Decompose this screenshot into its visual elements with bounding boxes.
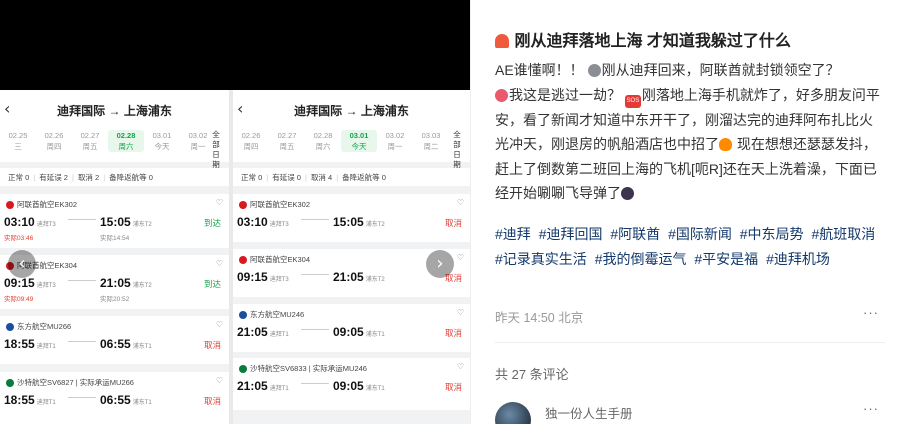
sos-icon: SOS bbox=[624, 94, 641, 108]
status-filters: 正常 0 | 有延误 2 | 取消 2 | 备降返航等 0 bbox=[0, 168, 229, 186]
airline-logo-icon bbox=[6, 200, 14, 209]
date-item-selected: 02.28 周六 bbox=[108, 130, 144, 152]
flight-header: ‹ 迪拜国际 → 上海浦东 02.25 三 02.26 周四 02.27 周五 02.… bbox=[0, 90, 229, 169]
bomb-icon bbox=[621, 187, 634, 200]
airline-logo-icon bbox=[239, 310, 247, 319]
route-title: 迪拜国际 → 上海浦东 bbox=[57, 104, 172, 118]
hashtag-link[interactable]: #迪拜回国 bbox=[539, 226, 603, 242]
post-body: AE谁懂啊！！ 刚从迪拜回来，阿联酋就封锁领空了？ 我这是逃过一劫？ SOS 刚落… bbox=[495, 62, 880, 201]
flight-card: 沙特航空SV6833 | 实际承运MU246 ♡ 21:05 迪拜T1 09:05… bbox=[233, 358, 470, 410]
hashtag-link[interactable]: #我的倒霉运气 bbox=[595, 251, 687, 267]
favorite-icon: ♡ bbox=[456, 308, 464, 317]
flight-header: ‹ 迪拜国际 → 上海浦东 02.26 周四 02.27 周五 02.28 周六 03… bbox=[233, 90, 470, 169]
all-dates-label: 全部日期 bbox=[453, 130, 461, 169]
flight-card: 阿联酋航空EK302 ♡ 03:10 迪拜T3 15:05 浦东T2 到达 实际03… bbox=[0, 194, 229, 248]
post-more-menu-icon[interactable]: ··· bbox=[863, 305, 879, 320]
flight-status: 取消 bbox=[444, 328, 462, 338]
hashtag-link[interactable]: #国际新闻 bbox=[668, 226, 732, 242]
flight-card: 东方航空MU266 ♡ 18:55 迪拜T1 06:55 浦东T1 取消 bbox=[0, 316, 229, 364]
post-title: 刚从迪拜落地上海 才知道我躲过了什么 bbox=[495, 27, 791, 51]
favorite-icon: ♡ bbox=[215, 198, 223, 207]
siren-icon bbox=[495, 34, 509, 48]
favorite-icon: ♡ bbox=[215, 320, 223, 329]
flight-line bbox=[301, 383, 329, 384]
hashtag-link[interactable]: #迪拜 bbox=[495, 226, 531, 242]
airline-logo-icon bbox=[239, 255, 247, 264]
post-text: AE谁懂啊！！ bbox=[495, 62, 584, 78]
airline-logo-icon bbox=[6, 378, 14, 387]
next-image-button[interactable]: › bbox=[426, 250, 454, 278]
stone-face-icon bbox=[587, 64, 601, 77]
date-item: 03.03 周二 bbox=[421, 131, 441, 151]
gallery-letterbox bbox=[0, 0, 470, 90]
date-item-selected: 03.01 今天 bbox=[341, 130, 377, 152]
flight-card: 东方航空MU246 ♡ 21:05 迪拜T1 09:05 浦东T1 取消 bbox=[233, 304, 470, 352]
date-item: 02.25 三 bbox=[8, 131, 28, 151]
hashtag-link[interactable]: #中东局势 bbox=[740, 226, 804, 242]
date-strip: 02.25 三 02.26 周四 02.27 周五 02.28 周六 03.01 今天 0… bbox=[0, 130, 229, 152]
comment-more-menu-icon[interactable]: ··· bbox=[863, 401, 879, 416]
favorite-icon: ♡ bbox=[456, 362, 464, 371]
favorite-icon: ♡ bbox=[215, 259, 223, 268]
post-timestamp: 昨天 14:50 北京 bbox=[495, 311, 584, 325]
date-item: 02.28 周六 bbox=[313, 131, 333, 151]
favorite-icon: ♡ bbox=[215, 376, 223, 385]
flight-line bbox=[68, 397, 96, 398]
comments-count: 共 27 条评论 bbox=[495, 367, 569, 382]
flight-line bbox=[301, 274, 329, 275]
flight-line bbox=[68, 219, 96, 220]
flight-status: 取消 bbox=[444, 382, 462, 392]
flight-line bbox=[301, 219, 329, 220]
flight-line bbox=[68, 280, 96, 281]
shocked-face-icon bbox=[495, 88, 508, 102]
date-strip: 02.26 周四 02.27 周五 02.28 周六 03.01 今天 03.02 周一 … bbox=[233, 130, 470, 152]
status-filters: 正常 0 | 有延误 0 | 取消 4 | 备降返航等 0 bbox=[233, 168, 470, 186]
date-item: 03.02 周一 bbox=[385, 131, 405, 151]
post-panel: 刚从迪拜落地上海 才知道我躲过了什么 AE谁懂啊！！ 刚从迪拜回来，阿联酋就封锁… bbox=[495, 0, 885, 424]
flight-card: 沙特航空SV6827 | 实际承运MU266 ♡ 18:55 迪拜T1 06:55… bbox=[0, 372, 229, 424]
flight-line bbox=[301, 329, 329, 330]
flight-status: 取消 bbox=[203, 396, 221, 406]
airline-logo-icon bbox=[239, 200, 247, 209]
hashtag-link[interactable]: #平安是福 bbox=[694, 251, 758, 267]
flight-status: 取消 bbox=[203, 340, 221, 350]
date-item: 02.26 周四 bbox=[241, 131, 261, 151]
prev-image-button[interactable]: ‹ bbox=[8, 250, 36, 278]
flight-status: 到达 bbox=[203, 218, 221, 228]
date-item: 02.26 周四 bbox=[44, 131, 64, 151]
favorite-icon: ♡ bbox=[456, 253, 464, 262]
hashtag-link[interactable]: #航班取消 bbox=[811, 226, 875, 242]
favorite-icon: ♡ bbox=[456, 198, 464, 207]
route-title: 迪拜国际 → 上海浦东 bbox=[294, 104, 409, 118]
hashtag-link[interactable]: #阿联酋 bbox=[610, 226, 660, 242]
hashtag-list: #迪拜 #迪拜回国 #阿联酋 #国际新闻 #中东局势 #航班取消 #记录真实生活… bbox=[495, 222, 883, 272]
panel-divider bbox=[470, 0, 471, 424]
flight-status: 取消 bbox=[444, 218, 462, 228]
comment-username[interactable]: 独一份人生手册 bbox=[545, 403, 633, 422]
date-item: 02.27 周五 bbox=[80, 131, 100, 151]
flight-card: 阿联酋航空EK302 ♡ 03:10 迪拜T3 15:05 浦东T2 取消 bbox=[233, 194, 470, 242]
hashtag-link[interactable]: #迪拜机场 bbox=[766, 251, 830, 267]
fire-icon bbox=[719, 138, 732, 151]
section-divider bbox=[495, 342, 885, 343]
date-item: 03.01 今天 bbox=[152, 131, 172, 151]
image-gallery[interactable]: ‹ 迪拜国际 → 上海浦东 02.25 三 02.26 周四 02.27 周五 02.… bbox=[0, 0, 470, 424]
all-dates-label: 全部日期 bbox=[212, 130, 220, 169]
flight-status: 到达 bbox=[203, 279, 221, 289]
avatar[interactable] bbox=[495, 402, 531, 424]
flight-line bbox=[68, 341, 96, 342]
date-item: 02.27 周五 bbox=[277, 131, 297, 151]
airline-logo-icon bbox=[6, 322, 14, 331]
airline-logo-icon bbox=[239, 364, 247, 373]
hashtag-link[interactable]: #记录真实生活 bbox=[495, 251, 587, 267]
